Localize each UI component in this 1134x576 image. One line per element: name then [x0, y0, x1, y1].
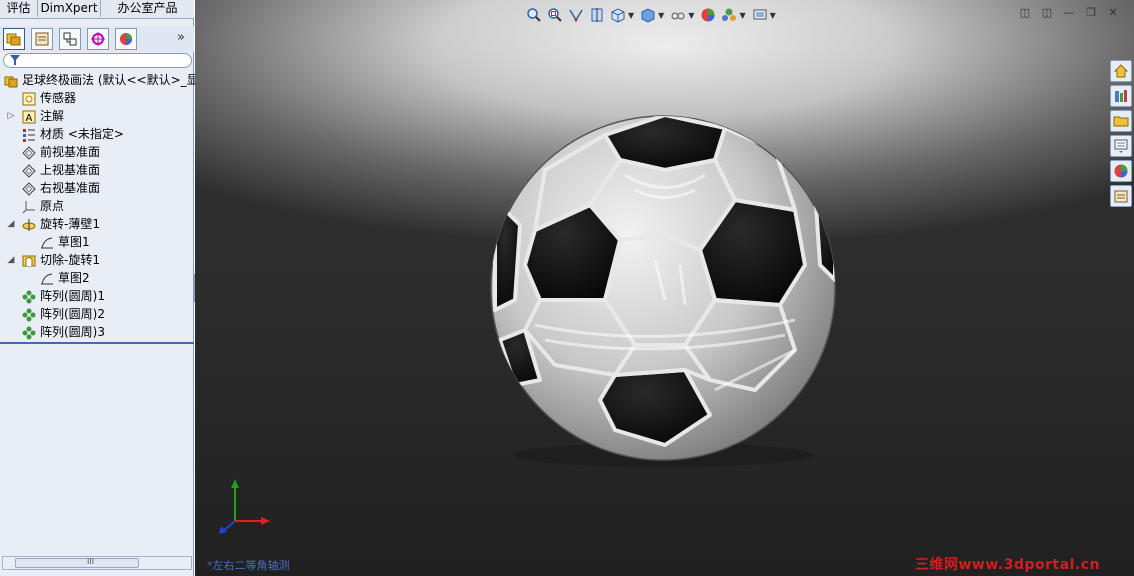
configuration-manager-icon[interactable] [59, 28, 81, 50]
tree-item-front-plane[interactable]: 前视基准面 [22, 143, 100, 161]
left-panel: 评估 DimXpert 办公室产品 » 足球终极画法 (默认<<默认>_显 传感… [0, 0, 199, 576]
circular-pattern-icon [22, 326, 36, 339]
expand-arrow-icon[interactable]: ▷ [6, 111, 16, 121]
tree-item-annotations[interactable]: A 注解 [22, 107, 64, 125]
tree-item-label: 传感器 [40, 91, 77, 105]
sensor-icon [22, 92, 36, 105]
tree-item-pattern1[interactable]: 阵列(圆周)1 [22, 287, 105, 305]
sketch-icon [41, 237, 53, 248]
tree-item-label: 原点 [40, 199, 65, 213]
tree-item-cut-revolve[interactable]: 切除-旋转1 [22, 251, 100, 269]
tree-item-sketch1[interactable]: 草图1 [40, 233, 90, 251]
tree-item-material[interactable]: 材质 <未指定> [22, 125, 124, 143]
expand-panel-button[interactable]: » [177, 30, 185, 45]
tree-item-label: 草图1 [58, 235, 90, 249]
coordinate-triad [219, 479, 270, 534]
tab-office-products[interactable]: 办公室产品 [101, 0, 194, 17]
tree-item-label: 前视基准面 [40, 145, 101, 159]
collapse-arrow-icon[interactable]: ◢ [6, 255, 16, 265]
cut-revolve-icon [22, 255, 36, 266]
graphics-area[interactable]: ▼ ▼ ▼ ▼ ▼ ◫ ◫ — ❐ ✕ *左右二等角轴测 三维网www.3dpo… [195, 0, 1134, 576]
tree-item-label: 阵列(圆周)1 [40, 289, 105, 303]
material-icon [23, 128, 35, 142]
plane-icon [22, 181, 36, 196]
annotation-icon: A [22, 110, 36, 124]
tree-item-label: 切除-旋转1 [40, 253, 100, 267]
plane-icon [22, 145, 36, 160]
tree-root-label: 足球终极画法 (默认<<默认>_显 [22, 73, 199, 87]
command-manager-tabs: 评估 DimXpert 办公室产品 [0, 0, 194, 19]
filter-input[interactable] [3, 53, 192, 68]
filter-icon [10, 55, 20, 65]
tree-item-right-plane[interactable]: 右视基准面 [22, 179, 100, 197]
watermark: 三维网www.3dportal.cn [915, 557, 1101, 573]
origin-icon [22, 200, 35, 213]
dimxpert-manager-icon[interactable] [87, 28, 109, 50]
soccer-ball-model[interactable] [195, 0, 1134, 576]
scrollbar-grip: III [87, 557, 95, 566]
horizontal-scrollbar[interactable]: III [2, 556, 192, 570]
part-icon [4, 76, 18, 87]
manager-toolbar: » [0, 26, 194, 52]
collapse-arrow-icon[interactable]: ◢ [6, 219, 16, 229]
feature-manager-icon[interactable] [3, 28, 25, 50]
tree-item-label: 阵列(圆周)2 [40, 307, 105, 321]
tree-item-label: 右视基准面 [40, 181, 101, 195]
tree-item-sensors[interactable]: 传感器 [22, 89, 76, 107]
tree-item-origin[interactable]: 原点 [22, 197, 64, 215]
plane-icon [22, 163, 36, 178]
svg-text:A: A [26, 113, 33, 124]
tree-item-sketch2[interactable]: 草图2 [40, 269, 90, 287]
scrollbar-thumb[interactable]: III [15, 557, 139, 568]
circular-pattern-icon [22, 290, 36, 303]
tree-item-pattern2[interactable]: 阵列(圆周)2 [22, 305, 105, 323]
tree-item-label: 材质 <未指定> [40, 127, 124, 141]
circular-pattern-icon [22, 308, 36, 321]
tree-item-label: 草图2 [58, 271, 90, 285]
tab-dimxpert[interactable]: DimXpert [38, 0, 101, 17]
revolve-icon [22, 218, 36, 231]
view-orientation-label: *左右二等角轴测 [207, 559, 290, 572]
tab-evaluate[interactable]: 评估 [0, 0, 38, 17]
tree-root[interactable]: 足球终极画法 (默认<<默认>_显 [4, 71, 199, 89]
tree-item-top-plane[interactable]: 上视基准面 [22, 161, 100, 179]
sketch-icon [41, 273, 53, 284]
tree-item-label: 阵列(圆周)3 [40, 325, 105, 339]
rollback-bar[interactable] [0, 342, 194, 344]
display-manager-icon[interactable] [115, 28, 137, 50]
tree-item-pattern3[interactable]: 阵列(圆周)3 [22, 323, 105, 341]
tree-item-label: 上视基准面 [40, 163, 101, 177]
tree-item-revolve-thin[interactable]: 旋转-薄壁1 [22, 215, 100, 233]
tree-item-label: 注解 [40, 109, 65, 123]
property-manager-icon[interactable] [31, 28, 53, 50]
tree-item-label: 旋转-薄壁1 [40, 217, 100, 231]
